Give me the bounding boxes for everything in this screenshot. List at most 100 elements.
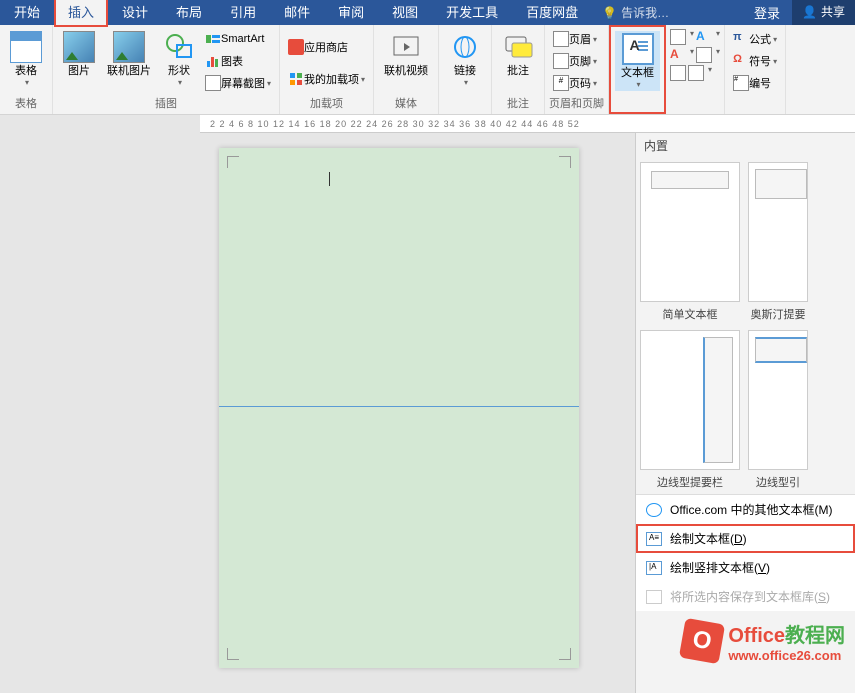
equation-icon: π xyxy=(733,31,749,47)
horizontal-ruler[interactable]: 2 2 4 6 8 10 12 14 16 18 20 22 24 26 28 … xyxy=(200,115,855,133)
footer-button[interactable]: 页脚▾ xyxy=(549,51,601,71)
tab-view[interactable]: 视图 xyxy=(378,0,432,25)
gallery-item-border-quote[interactable]: 边线型引 xyxy=(748,330,808,490)
tab-baidu[interactable]: 百度网盘 xyxy=(512,0,592,25)
menu-save-selection: 将所选内容保存到文本框库(S) xyxy=(636,582,855,611)
tell-me-search[interactable]: 💡 告诉我… xyxy=(602,4,669,21)
smartart-icon xyxy=(205,31,221,47)
number-button[interactable]: # 编号 xyxy=(729,73,781,93)
thumb-border-sidebar-label: 边线型提要栏 xyxy=(640,474,740,490)
chevron-down-icon: ▾ xyxy=(773,35,777,44)
menu-office-more-label: Office.com 中的其他文本框(M) xyxy=(670,501,832,518)
tab-bar: 开始 插入 设计 布局 引用 邮件 审阅 视图 开发工具 百度网盘 💡 告诉我…… xyxy=(0,0,855,25)
tab-insert-highlight: 插入 xyxy=(54,0,108,27)
chevron-down-icon: ▾ xyxy=(178,78,182,87)
equation-label: 公式 xyxy=(749,31,771,47)
symbol-button[interactable]: Ω 符号▾ xyxy=(729,51,781,71)
textbox-label: 文本框 xyxy=(621,67,654,80)
group-symbols: π 公式▾ Ω 符号▾ # 编号 xyxy=(725,25,786,114)
online-picture-label: 联机图片 xyxy=(107,65,151,78)
picture-button[interactable]: 图片 xyxy=(57,29,101,80)
dropcap-icon[interactable]: A xyxy=(670,47,686,63)
gallery-item-simple[interactable]: 简单文本框 xyxy=(640,162,740,322)
group-media-label: 媒体 xyxy=(378,94,434,112)
menu-office-more[interactable]: Office.com 中的其他文本框(M) xyxy=(636,495,855,524)
screenshot-button[interactable]: 屏幕截图 ▾ xyxy=(201,73,275,93)
margin-mark-tl xyxy=(227,156,239,168)
dropdown-builtin-header: 内置 xyxy=(636,133,855,158)
tab-references[interactable]: 引用 xyxy=(216,0,270,25)
menu-draw-textbox-label: 绘制文本框(D) xyxy=(670,530,747,547)
screenshot-label: 屏幕截图 xyxy=(221,75,265,91)
wordart-icon[interactable]: A xyxy=(696,29,712,45)
document-page[interactable] xyxy=(219,148,579,668)
tab-review[interactable]: 审阅 xyxy=(324,0,378,25)
smartart-label: SmartArt xyxy=(221,33,264,45)
group-table: 表格 ▾ 表格 xyxy=(0,25,53,114)
chevron-down-icon: ▾ xyxy=(267,79,271,88)
group-illustrations-label: 插图 xyxy=(57,94,275,112)
chevron-down-icon: ▾ xyxy=(773,57,777,66)
myaddins-button[interactable]: 我的加载项 ▾ xyxy=(284,69,369,89)
online-picture-button[interactable]: 联机图片 xyxy=(101,29,157,80)
shapes-button[interactable]: 形状 ▾ xyxy=(157,29,201,89)
chevron-down-icon: ▾ xyxy=(593,57,597,66)
tell-me-label: 告诉我… xyxy=(621,4,669,21)
gallery-item-border-sidebar[interactable]: 边线型提要栏 xyxy=(640,330,740,490)
tab-devtools[interactable]: 开发工具 xyxy=(432,0,512,25)
chevron-down-icon: ▾ xyxy=(25,78,29,87)
tab-start[interactable]: 开始 xyxy=(0,0,54,25)
link-icon xyxy=(449,31,481,63)
myaddins-label: 我的加载项 xyxy=(304,71,359,87)
hyperlink-button[interactable]: 链接 ▾ xyxy=(443,29,487,89)
menu-draw-vertical[interactable]: |A 绘制竖排文本框(V) xyxy=(636,553,855,582)
date-icon[interactable] xyxy=(670,65,686,81)
table-button[interactable]: 表格 ▾ xyxy=(4,29,48,89)
text-cursor xyxy=(329,172,330,186)
watermark-logo: O xyxy=(679,618,725,664)
header-icon xyxy=(553,31,569,47)
thumb-border-sidebar xyxy=(640,330,740,470)
online-video-button[interactable]: 联机视频 xyxy=(378,29,434,80)
dropdown-menu: Office.com 中的其他文本框(M) A≡ 绘制文本框(D) |A 绘制竖… xyxy=(636,494,855,611)
shapes-label: 形状 xyxy=(168,65,190,78)
tab-layout[interactable]: 布局 xyxy=(162,0,216,25)
tab-insert[interactable]: 插入 xyxy=(56,0,106,25)
chevron-down-icon: ▾ xyxy=(361,75,365,84)
lightbulb-icon: 💡 xyxy=(602,6,617,20)
page-number-label: 页码 xyxy=(569,75,591,91)
textbox-button[interactable]: 文本框 ▾ xyxy=(615,31,660,91)
document-workspace: 内置 简单文本框 奥斯汀提要 边线型提要栏 xyxy=(0,133,855,673)
store-button[interactable]: 应用商店 xyxy=(284,37,369,57)
watermark-title: Office教程网 xyxy=(728,619,845,648)
chevron-down-icon: ▾ xyxy=(593,35,597,44)
login-button[interactable]: 登录 xyxy=(742,3,792,22)
symbol-label: 符号 xyxy=(749,53,771,69)
comment-button[interactable]: 批注 xyxy=(496,29,540,80)
tab-design[interactable]: 设计 xyxy=(108,0,162,25)
page-number-button[interactable]: # 页码▾ xyxy=(549,73,601,93)
screenshot-icon xyxy=(205,75,221,91)
gallery-item-austin[interactable]: 奥斯汀提要 xyxy=(748,162,808,322)
chart-button[interactable]: 图表 xyxy=(201,51,275,71)
store-icon xyxy=(288,39,304,55)
menu-draw-textbox[interactable]: A≡ 绘制文本框(D) xyxy=(636,524,855,553)
share-button[interactable]: 👤 共享 xyxy=(792,0,855,25)
quick-parts-icon[interactable] xyxy=(670,29,686,45)
number-label: 编号 xyxy=(749,75,771,91)
object-icon[interactable] xyxy=(688,65,704,81)
smartart-button[interactable]: SmartArt xyxy=(201,29,275,49)
online-picture-icon xyxy=(113,31,145,63)
tab-mail[interactable]: 邮件 xyxy=(270,0,324,25)
equation-button[interactable]: π 公式▾ xyxy=(729,29,781,49)
menu-save-selection-label: 将所选内容保存到文本框库(S) xyxy=(670,588,830,605)
table-label: 表格 xyxy=(15,65,37,78)
shapes-icon xyxy=(163,31,195,63)
save-gallery-icon xyxy=(646,590,662,604)
picture-label: 图片 xyxy=(68,65,90,78)
footer-label: 页脚 xyxy=(569,53,591,69)
hyperlink-label: 链接 xyxy=(454,65,476,78)
header-button[interactable]: 页眉▾ xyxy=(549,29,601,49)
textbox-small-icon: A≡ xyxy=(646,532,662,546)
signature-icon[interactable] xyxy=(696,47,712,63)
